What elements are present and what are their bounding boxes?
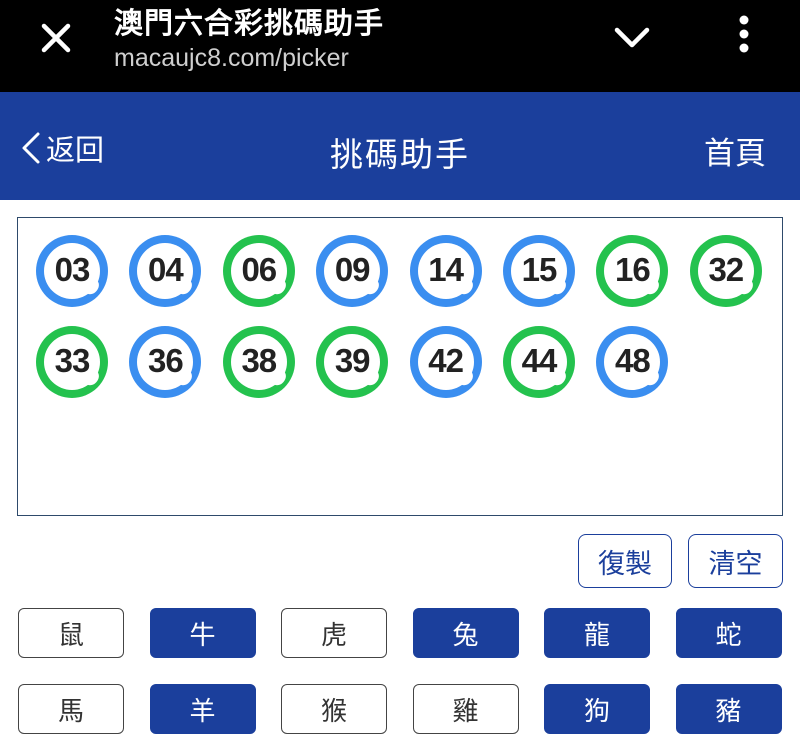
number-ball[interactable]: 36 [129,326,202,398]
number-ball[interactable]: 06 [222,235,295,307]
zodiac-button[interactable]: 虎 [281,608,387,658]
zodiac-button[interactable]: 雞 [412,684,519,734]
number-ball[interactable]: 16 [596,235,669,307]
ball-number: 42 [428,342,464,379]
ball-number: 04 [148,251,184,288]
number-ball[interactable]: 04 [129,235,202,307]
browser-url[interactable]: macaujc8.com/picker [114,44,349,73]
selected-numbers-panel: 03 04 06 09 14 15 16 32 33 36 38 39 42 44 48 [17,217,783,516]
zodiac-button[interactable]: 龍 [544,608,650,658]
zodiac-button[interactable]: 猴 [281,684,387,734]
zodiac-button[interactable]: 鼠 [18,608,124,658]
page-title: 挑碼助手 [330,135,470,174]
zodiac-button[interactable]: 蛇 [675,608,782,658]
ball-number: 03 [54,251,91,288]
ball-number: 15 [521,251,558,288]
number-ball[interactable]: 39 [316,326,389,398]
ball-number: 48 [615,342,651,379]
ball-number: 16 [615,251,651,288]
clear-button[interactable]: 清空 [688,534,783,588]
home-button[interactable]: 首頁 [704,128,766,173]
ball-number: 39 [334,342,371,379]
zodiac-button[interactable]: 馬 [18,684,124,734]
zodiac-button[interactable]: 狗 [544,684,650,734]
number-ball[interactable]: 32 [689,235,762,307]
close-icon[interactable] [36,18,76,58]
ball-number: 09 [334,251,371,288]
browser-bar: 澳門六合彩挑碼助手 macaujc8.com/picker [0,0,800,92]
zodiac-button[interactable]: 豬 [675,684,782,734]
ball-number: 32 [708,251,744,288]
zodiac-button[interactable]: 牛 [149,608,256,658]
number-ball[interactable]: 38 [222,326,295,398]
ball-number: 38 [241,342,277,379]
browser-title: 澳門六合彩挑碼助手 [114,6,385,40]
number-ball[interactable]: 03 [36,235,108,307]
zodiac-button[interactable]: 羊 [149,684,256,734]
number-ball[interactable]: 14 [409,235,482,307]
ball-number: 36 [148,342,184,379]
copy-button[interactable]: 復製 [578,534,672,588]
ball-number: 06 [241,251,277,288]
ball-number: 44 [521,342,558,379]
number-ball[interactable]: 33 [36,326,108,398]
number-ball[interactable]: 15 [503,235,575,307]
number-ball[interactable]: 48 [596,326,669,398]
number-ball[interactable]: 09 [316,235,389,307]
more-vertical-icon[interactable] [728,14,760,58]
number-ball[interactable]: 44 [503,326,575,398]
ball-number: 14 [428,251,464,288]
chevron-down-icon[interactable] [610,20,654,56]
zodiac-button[interactable]: 兔 [412,608,519,658]
ball-number: 33 [54,342,91,379]
app-header: 返回 挑碼助手 首頁 [0,92,800,200]
number-ball[interactable]: 42 [409,326,482,398]
